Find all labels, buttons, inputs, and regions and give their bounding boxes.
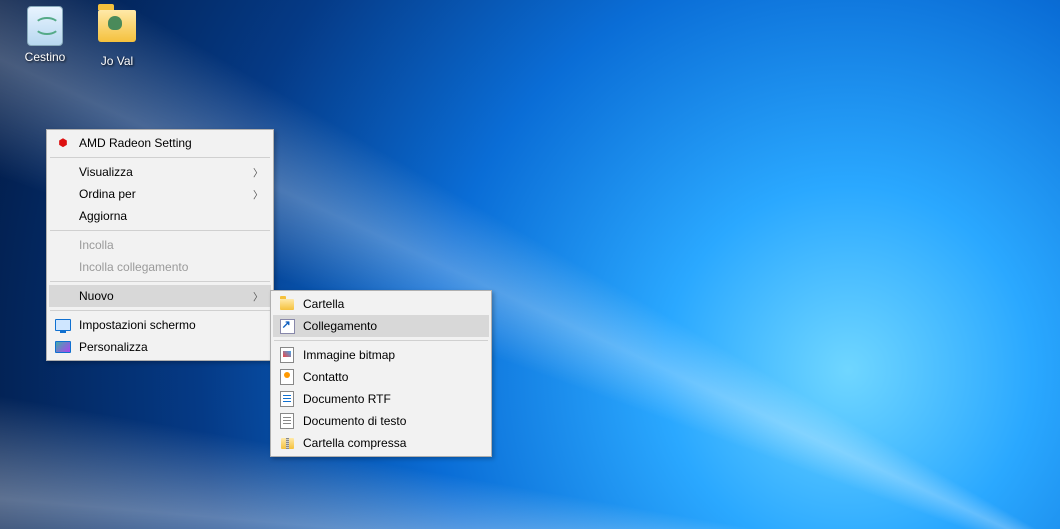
- monitor-icon: [55, 317, 71, 333]
- menu-item-label: Aggiorna: [79, 209, 127, 223]
- menu-item-label: Incolla: [79, 238, 114, 252]
- menu-separator: [50, 157, 270, 158]
- menu-item-new[interactable]: Nuovo 〉: [49, 285, 271, 307]
- menu-separator: [50, 310, 270, 311]
- submenu-item-contact[interactable]: Contatto: [273, 366, 489, 388]
- contact-icon: [279, 369, 295, 385]
- menu-item-view[interactable]: Visualizza 〉: [49, 161, 271, 183]
- text-icon: [279, 413, 295, 429]
- submenu-item-shortcut[interactable]: Collegamento: [273, 315, 489, 337]
- menu-separator: [50, 281, 270, 282]
- chevron-right-icon: 〉: [253, 165, 263, 180]
- submenu-item-folder[interactable]: Cartella: [273, 293, 489, 315]
- submenu-item-bitmap[interactable]: Immagine bitmap: [273, 344, 489, 366]
- menu-item-paste: Incolla: [49, 234, 271, 256]
- submenu-new: Cartella Collegamento Immagine bitmap Co…: [270, 290, 492, 457]
- menu-item-display-settings[interactable]: Impostazioni schermo: [49, 314, 271, 336]
- menu-item-label: Incolla collegamento: [79, 260, 188, 274]
- submenu-item-rtf[interactable]: Documento RTF: [273, 388, 489, 410]
- personalize-icon: [55, 339, 71, 355]
- chevron-right-icon: 〉: [253, 289, 263, 304]
- bitmap-icon: [279, 347, 295, 363]
- desktop-icon-label: Cestino: [10, 50, 80, 64]
- folder-icon: [279, 296, 295, 312]
- menu-item-paste-shortcut: Incolla collegamento: [49, 256, 271, 278]
- menu-separator: [274, 340, 488, 341]
- menu-item-label: Personalizza: [79, 340, 148, 354]
- recycle-bin-icon: [25, 6, 65, 46]
- desktop-icon-recycle-bin[interactable]: Cestino: [10, 6, 80, 64]
- chevron-right-icon: 〉: [253, 187, 263, 202]
- rtf-icon: [279, 391, 295, 407]
- shortcut-icon: [279, 318, 295, 334]
- menu-separator: [50, 230, 270, 231]
- submenu-item-compressed[interactable]: Cartella compressa: [273, 432, 489, 454]
- menu-item-sort[interactable]: Ordina per 〉: [49, 183, 271, 205]
- menu-item-label: Visualizza: [79, 165, 133, 179]
- menu-item-label: Documento RTF: [303, 392, 391, 406]
- menu-item-label: Impostazioni schermo: [79, 318, 196, 332]
- menu-item-amd-radeon[interactable]: ⬢ AMD Radeon Setting: [49, 132, 271, 154]
- desktop-icon-label: Jo Val: [82, 54, 152, 68]
- desktop-context-menu: ⬢ AMD Radeon Setting Visualizza 〉 Ordina…: [46, 129, 274, 361]
- submenu-item-text[interactable]: Documento di testo: [273, 410, 489, 432]
- desktop-icon-user-folder[interactable]: Jo Val: [82, 6, 152, 68]
- desktop[interactable]: Cestino Jo Val ⬢ AMD Radeon Setting Visu…: [0, 0, 1060, 529]
- menu-item-label: Immagine bitmap: [303, 348, 395, 362]
- menu-item-label: Nuovo: [79, 289, 114, 303]
- menu-item-label: Documento di testo: [303, 414, 406, 428]
- user-folder-icon: [97, 10, 137, 50]
- amd-icon: ⬢: [55, 135, 71, 151]
- menu-item-label: Contatto: [303, 370, 348, 384]
- zip-folder-icon: [279, 435, 295, 451]
- menu-item-label: AMD Radeon Setting: [79, 136, 192, 150]
- menu-item-label: Cartella compressa: [303, 436, 406, 450]
- menu-item-label: Cartella: [303, 297, 344, 311]
- menu-item-label: Collegamento: [303, 319, 377, 333]
- menu-item-personalize[interactable]: Personalizza: [49, 336, 271, 358]
- menu-item-refresh[interactable]: Aggiorna: [49, 205, 271, 227]
- menu-item-label: Ordina per: [79, 187, 136, 201]
